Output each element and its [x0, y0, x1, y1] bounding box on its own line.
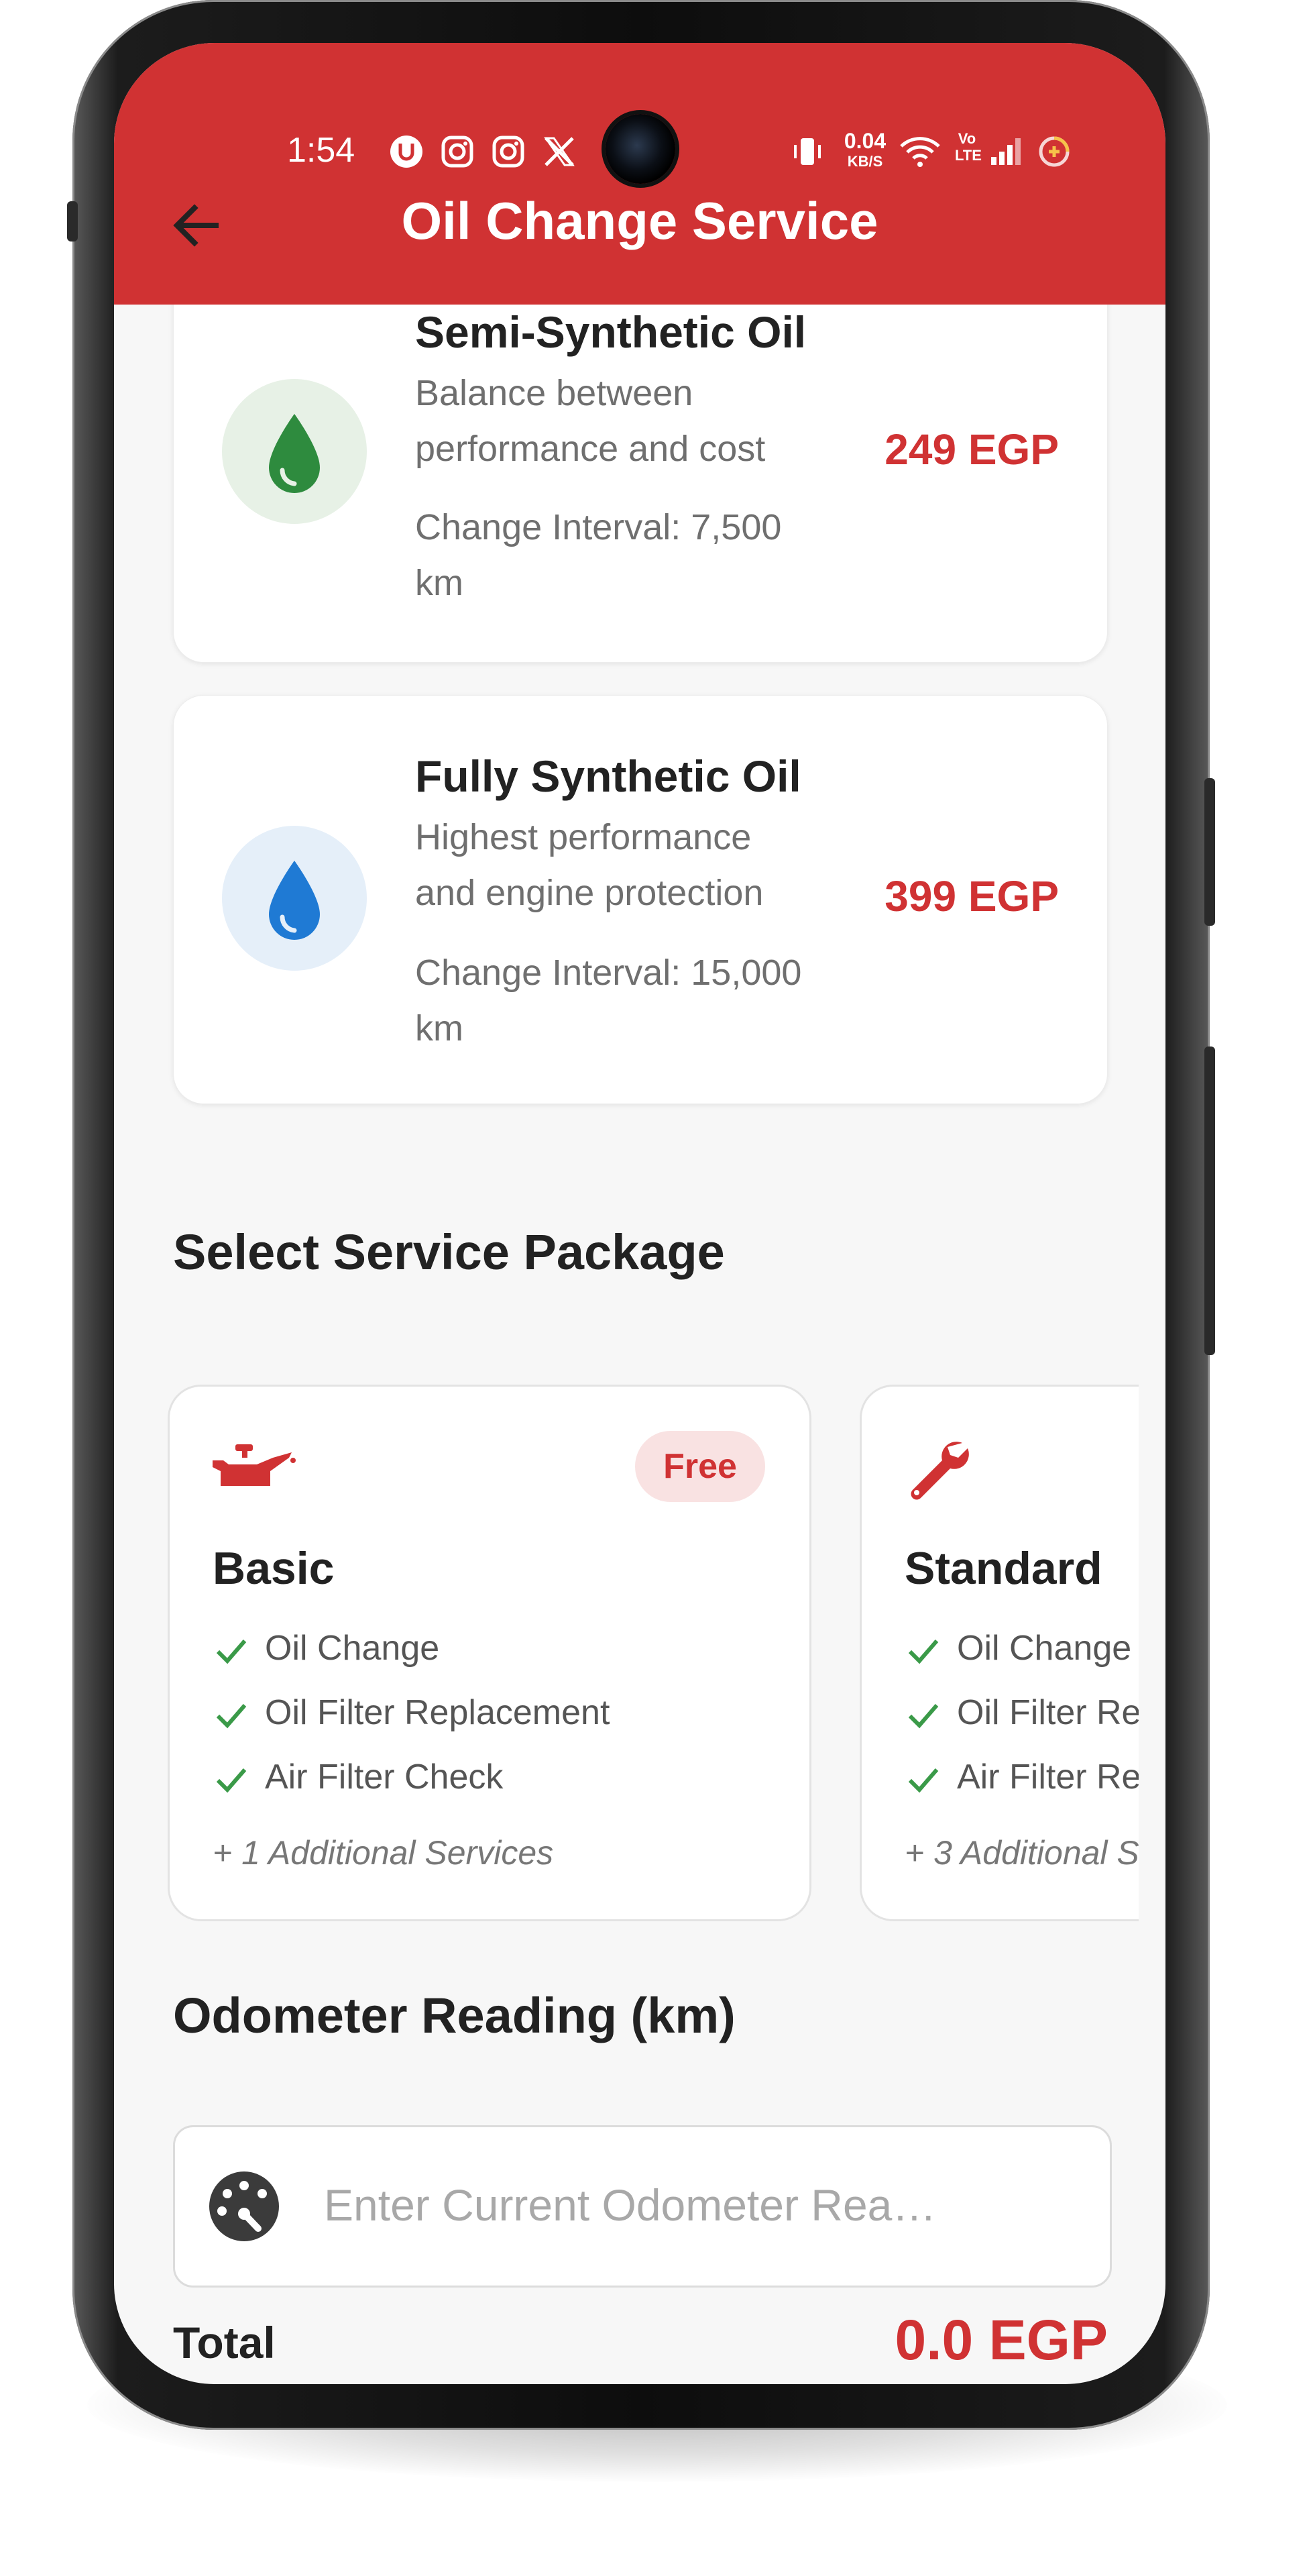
check-icon — [908, 1704, 939, 1729]
vibrate-icon — [794, 138, 821, 165]
odometer-field[interactable] — [173, 2125, 1112, 2288]
u-app-icon — [390, 136, 422, 168]
additional-services: + 1 Additional Services — [213, 1834, 554, 1872]
oil-drop-icon — [269, 414, 320, 493]
feature-label: Oil Change — [957, 1629, 1132, 1668]
volte-indicator: Vo LTE — [955, 130, 982, 164]
volte-bottom: LTE — [955, 147, 982, 164]
oil-name: Semi-Synthetic Oil — [415, 307, 807, 357]
volte-top: Vo — [958, 130, 976, 147]
oil-can-icon — [213, 1444, 296, 1486]
left-button — [67, 201, 78, 241]
odometer-section-title: Odometer Reading (km) — [173, 1988, 736, 2043]
feature-item: Oil Change — [905, 1628, 1131, 1675]
oil-name: Fully Synthetic Oil — [415, 751, 801, 801]
oil-interval-line: Change Interval: 7,500 — [415, 507, 782, 547]
net-speed: 0.04 KB/S — [838, 130, 892, 169]
package-name: Standard — [905, 1543, 1102, 1594]
wrench-icon — [911, 1442, 969, 1500]
x-icon — [544, 137, 575, 166]
check-icon — [216, 1640, 247, 1664]
oil-interval: Change Interval: 15,000 km — [415, 945, 844, 1057]
feature-item: Air Filter Check — [213, 1757, 503, 1804]
price-badge: Free — [635, 1431, 765, 1502]
oil-interval-line: km — [415, 1008, 463, 1049]
instagram-icon — [441, 136, 473, 168]
check-icon — [908, 1768, 939, 1793]
oil-icon-badge — [222, 379, 367, 524]
oil-price: 399 EGP — [884, 872, 1059, 920]
odometer-input[interactable] — [323, 2161, 1063, 2249]
main-content: Semi-Synthetic Oil Balance between perfo… — [114, 264, 1165, 2384]
volume-button — [1204, 778, 1215, 926]
package-card-standard[interactable]: Standard Oil Change Oil Filter Re Air Fi… — [860, 1385, 1139, 1921]
status-bar: 1:54 0.04 KB/S Vo LTE — [114, 87, 1165, 184]
oil-drop-icon — [269, 861, 320, 940]
feature-label: Oil Filter Re — [957, 1693, 1139, 1732]
app-header: 1:54 0.04 KB/S Vo LTE Oil Change Service — [114, 43, 1165, 305]
instagram-icon — [492, 136, 524, 168]
total-label: Total — [173, 2318, 276, 2367]
feature-label: Air Filter Re — [957, 1758, 1139, 1796]
oil-option-semi-synthetic[interactable]: Semi-Synthetic Oil Balance between perfo… — [173, 264, 1108, 663]
feature-label: Oil Change — [265, 1629, 440, 1668]
net-speed-value: 0.04 — [844, 129, 887, 153]
status-time: 1:54 — [287, 131, 355, 170]
additional-services: + 3 Additional S — [905, 1834, 1139, 1872]
oil-option-fully-synthetic[interactable]: Fully Synthetic Oil Highest performance … — [173, 695, 1108, 1104]
signal-icon — [991, 138, 1021, 165]
oil-description: Highest performance and engine protectio… — [415, 810, 844, 921]
front-camera — [606, 114, 675, 184]
battery-saver-icon — [1039, 136, 1070, 167]
package-name: Basic — [213, 1543, 335, 1594]
app-screen: 1:54 0.04 KB/S Vo LTE Oil Change Service… — [114, 43, 1165, 2384]
wifi-icon — [900, 137, 940, 167]
oil-description-line: and engine protection — [415, 873, 764, 913]
check-icon — [216, 1768, 247, 1793]
oil-description-line: Highest performance — [415, 817, 752, 857]
page-title: Oil Change Service — [401, 191, 878, 250]
feature-item: Air Filter Re — [905, 1757, 1139, 1804]
packages-section-title: Select Service Package — [173, 1224, 725, 1280]
total-value: 0.0 EGP — [895, 2308, 1108, 2371]
power-button — [1204, 1046, 1215, 1355]
oil-icon-badge — [222, 826, 367, 971]
oil-price: 249 EGP — [884, 425, 1059, 474]
feature-item: Oil Filter Re — [905, 1693, 1139, 1739]
net-speed-unit: KB/S — [847, 153, 883, 170]
package-card-basic[interactable]: Free Basic Oil Change Oil Filter Replace… — [168, 1385, 811, 1921]
oil-interval-line: Change Interval: 15,000 — [415, 953, 802, 993]
speedometer-icon — [209, 2171, 279, 2241]
feature-label: Air Filter Check — [265, 1758, 504, 1796]
oil-description: Balance between performance and cost — [415, 366, 844, 477]
check-icon — [908, 1640, 939, 1664]
oil-description-line: performance and cost — [415, 429, 766, 469]
oil-description-line: Balance between — [415, 373, 693, 413]
feature-item: Oil Filter Replacement — [213, 1693, 610, 1739]
oil-interval-line: km — [415, 563, 463, 603]
feature-label: Oil Filter Replacement — [265, 1693, 610, 1732]
oil-interval: Change Interval: 7,500 km — [415, 500, 844, 611]
feature-item: Oil Change — [213, 1628, 439, 1675]
check-icon — [216, 1704, 247, 1729]
packages-carousel[interactable]: Free Basic Oil Change Oil Filter Replace… — [114, 1385, 1139, 1935]
